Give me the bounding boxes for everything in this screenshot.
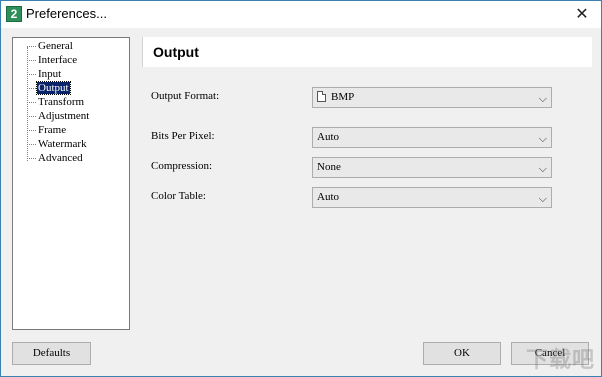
compression-select[interactable]: None ⌵ [312,157,552,178]
compression-value: None [317,161,341,173]
chevron-down-icon: ⌵ [538,92,547,105]
chevron-down-icon: ⌵ [538,192,547,205]
tree-item-interface[interactable]: Interface [27,54,78,68]
window-title: Preferences... [26,6,107,21]
color-table-value: Auto [317,191,339,203]
category-tree: General Interface Input Output Transform… [12,37,130,330]
tree-item-label: Output [36,81,71,95]
section-title: Output [153,44,199,60]
tree-item-label: Input [38,68,62,80]
tree-item-label: Frame [38,124,67,136]
chevron-down-icon: ⌵ [538,162,547,175]
section-header: Output [142,37,592,67]
tree-item-frame[interactable]: Frame [27,124,67,138]
tree-item-output[interactable]: Output [27,81,71,96]
output-format-value: BMP [331,91,355,103]
bits-per-pixel-select[interactable]: Auto ⌵ [312,127,552,148]
close-icon[interactable]: ✕ [565,1,599,28]
tree-item-label: Transform [38,96,85,108]
site-watermark: 下载吧 [525,348,595,373]
tree-item-adjustment[interactable]: Adjustment [27,110,90,124]
tree-item-input[interactable]: Input [27,68,62,82]
tree-item-watermark[interactable]: Watermark [27,138,88,152]
preferences-dialog: 2 Preferences... ✕ General Interface Inp… [0,0,602,377]
color-table-select[interactable]: Auto ⌵ [312,187,552,208]
compression-label: Compression: [151,160,213,172]
tree-item-label: Interface [38,54,78,66]
app-icon: 2 [6,6,22,22]
bits-per-pixel-label: Bits Per Pixel: [151,130,215,142]
defaults-button[interactable]: Defaults [12,342,91,365]
file-icon [317,91,326,102]
tree-item-advanced[interactable]: Advanced [27,152,84,166]
color-table-label: Color Table: [151,190,206,202]
tree-item-label: General [38,40,73,52]
ok-button[interactable]: OK [423,342,501,365]
tree-item-label: Adjustment [38,110,90,122]
tree-item-label: Advanced [38,152,83,164]
chevron-down-icon: ⌵ [538,132,547,145]
tree-item-label: Watermark [38,138,87,150]
tree-item-general[interactable]: General [27,40,74,54]
title-bar: 2 Preferences... ✕ [1,1,601,28]
bits-per-pixel-value: Auto [317,131,339,143]
output-format-label: Output Format: [151,90,220,102]
output-format-select[interactable]: BMP ⌵ [312,87,552,108]
tree-item-transform[interactable]: Transform [27,96,85,110]
